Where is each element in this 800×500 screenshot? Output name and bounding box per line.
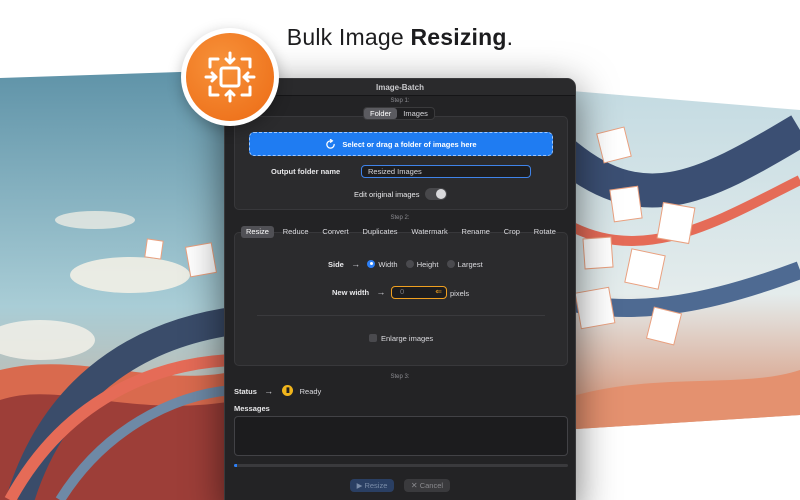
- edit-original-label: Edit original images: [354, 190, 420, 199]
- output-folder-input[interactable]: Resized Images: [361, 165, 531, 178]
- tab-duplicates[interactable]: Duplicates: [358, 226, 403, 238]
- status-ready-icon: ▮: [282, 385, 294, 397]
- tab-images[interactable]: Images: [397, 108, 434, 119]
- edit-original-toggle[interactable]: [425, 188, 447, 200]
- tab-reduce[interactable]: Reduce: [278, 226, 314, 238]
- messages-box[interactable]: [234, 416, 568, 456]
- status-row: Status → ▮ Ready: [234, 385, 327, 398]
- drop-zone-label: Select or drag a folder of images here: [342, 139, 477, 149]
- status-value: Ready: [299, 387, 322, 396]
- side-option-width[interactable]: Width: [367, 259, 403, 269]
- input-arrow-icon: ⇐: [435, 287, 442, 296]
- resize-button[interactable]: ▶ Resize: [350, 479, 394, 492]
- radio-height[interactable]: [405, 259, 414, 268]
- close-icon: ✕: [410, 481, 418, 490]
- step2-panel: [234, 232, 568, 366]
- output-folder-label: Output folder name: [271, 167, 341, 176]
- step2-label: Step 2:: [390, 215, 410, 221]
- arrow-right-icon: →: [264, 386, 274, 396]
- tab-crop[interactable]: Crop: [499, 226, 525, 238]
- headline-prefix: Bulk Image: [286, 24, 411, 50]
- arrow-right-icon: →: [376, 287, 386, 297]
- enlarge-row[interactable]: Enlarge images: [369, 333, 439, 343]
- step3-label: Step 3:: [390, 374, 410, 380]
- cancel-button[interactable]: ✕ Cancel: [404, 479, 450, 492]
- app-window: Image-Batch Step 1: Folder Images Select…: [224, 78, 576, 500]
- cancel-button-label: Cancel: [419, 481, 444, 490]
- tab-convert[interactable]: Convert: [317, 226, 353, 238]
- tab-rename[interactable]: Rename: [457, 226, 495, 238]
- side-option-width-label: Width: [378, 260, 398, 269]
- folder-refresh-icon: [326, 138, 336, 149]
- headline-suffix: .: [506, 24, 514, 50]
- operation-tabs: Resize Reduce Convert Duplicates Waterma…: [241, 225, 561, 238]
- play-icon: ▶: [356, 481, 363, 490]
- new-width-input[interactable]: 0 ⇐: [391, 286, 447, 299]
- status-label: Status: [234, 387, 257, 396]
- tab-folder[interactable]: Folder: [364, 108, 398, 119]
- new-width-value: 0: [400, 287, 405, 296]
- enlarge-checkbox[interactable]: [369, 333, 377, 342]
- enlarge-label: Enlarge images: [381, 334, 434, 343]
- resize-button-label: Resize: [364, 481, 388, 490]
- tab-resize[interactable]: Resize: [241, 225, 274, 238]
- side-option-largest[interactable]: Largest: [446, 259, 489, 269]
- progress-fill: [234, 464, 238, 467]
- folder-drop-zone[interactable]: Select or drag a folder of images here: [249, 132, 553, 156]
- headline: Bulk Image Resizing.: [0, 24, 800, 51]
- source-segmented-control: Folder Images: [363, 107, 435, 120]
- messages-label: Messages: [234, 404, 270, 413]
- app-icon: [181, 28, 279, 126]
- tab-rotate[interactable]: Rotate: [529, 226, 561, 238]
- radio-largest[interactable]: [446, 259, 455, 268]
- tab-watermark[interactable]: Watermark: [406, 226, 452, 238]
- side-option-largest-label: Largest: [457, 260, 483, 269]
- resize-arrows-icon: [186, 33, 274, 121]
- progress-bar: [234, 464, 568, 467]
- step1-label: Step 1:: [390, 98, 410, 104]
- side-option-height-label: Height: [416, 260, 439, 269]
- pixels-unit: pixels: [450, 289, 470, 298]
- arrow-right-icon: →: [351, 259, 361, 269]
- side-row: Side → Width Height Largest: [328, 259, 489, 269]
- side-label: Side: [328, 260, 344, 269]
- side-option-height[interactable]: Height: [405, 259, 445, 269]
- divider: [257, 315, 545, 316]
- headline-bold: Resizing: [410, 24, 507, 50]
- new-width-label: New width: [332, 288, 370, 297]
- new-width-row: New width →: [332, 287, 390, 297]
- radio-width[interactable]: [367, 259, 376, 268]
